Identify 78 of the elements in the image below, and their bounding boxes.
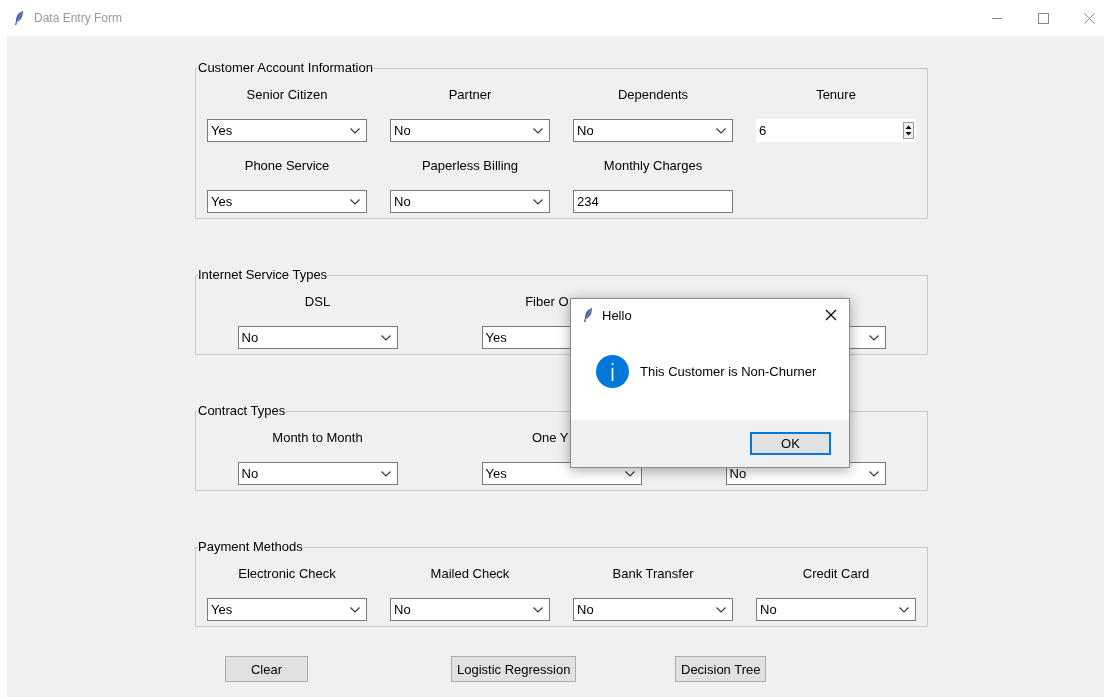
group-title: Payment Methods bbox=[198, 539, 303, 555]
field-value: No bbox=[577, 123, 594, 138]
chevron-down-icon bbox=[533, 198, 543, 205]
chevron-down-icon bbox=[868, 470, 879, 477]
chevron-down-icon bbox=[350, 127, 360, 134]
chevron-down-icon bbox=[350, 606, 360, 613]
field-label: Partner bbox=[448, 86, 492, 104]
field-value: No bbox=[760, 602, 777, 617]
field-label: Bank Transfer bbox=[612, 565, 694, 583]
field-value: No bbox=[394, 123, 411, 138]
close-icon bbox=[1083, 12, 1095, 24]
field-label: Mailed Check bbox=[430, 565, 510, 583]
field-value: 6 bbox=[759, 123, 767, 138]
field-label: Credit Card bbox=[802, 565, 870, 583]
chevron-down-icon bbox=[716, 127, 726, 134]
window-title: Data Entry Form bbox=[34, 11, 124, 25]
field-value: No bbox=[394, 602, 411, 617]
field-label: Dependents bbox=[617, 86, 689, 104]
field-value: No bbox=[577, 602, 594, 617]
field-label: One Y bbox=[531, 429, 569, 447]
chevron-down-icon bbox=[350, 198, 360, 205]
dropdown[interactable]: No bbox=[237, 326, 398, 349]
field-label: Senior Citizen bbox=[246, 86, 328, 104]
field-value: Yes bbox=[485, 330, 507, 345]
field-value: Yes bbox=[485, 466, 507, 481]
ok-button[interactable]: OK bbox=[750, 432, 831, 455]
field-value: 234 bbox=[577, 194, 599, 209]
maximize-icon bbox=[1037, 12, 1049, 24]
field-value: Yes bbox=[211, 123, 233, 138]
field-label: Phone Service bbox=[244, 157, 330, 175]
chevron-down-icon bbox=[868, 334, 879, 341]
group-title: Internet Service Types bbox=[198, 267, 328, 283]
dropdown[interactable]: No bbox=[390, 598, 550, 621]
action-button[interactable]: Clear bbox=[225, 656, 308, 682]
field-value: Yes bbox=[211, 602, 233, 617]
chevron-down-icon bbox=[899, 606, 909, 613]
field-label: Tenure bbox=[816, 86, 856, 104]
field-label: Electronic Check bbox=[238, 565, 336, 583]
dropdown[interactable]: No bbox=[237, 462, 398, 485]
field-value: No bbox=[394, 194, 411, 209]
feather-icon bbox=[583, 308, 593, 322]
action-button[interactable]: Logistic Regression bbox=[451, 656, 577, 682]
field-value: No bbox=[241, 466, 259, 481]
group-title: Customer Account Information bbox=[198, 60, 373, 76]
message-text: This Customer is Non-Churner bbox=[640, 364, 817, 379]
field-value: No bbox=[729, 466, 747, 481]
dropdown[interactable]: No bbox=[390, 119, 550, 142]
input-field[interactable]: 234 bbox=[573, 190, 733, 213]
info-icon bbox=[596, 355, 629, 388]
spin-box[interactable]: 6 bbox=[756, 119, 916, 142]
dropdown[interactable]: Yes bbox=[207, 119, 367, 142]
minimize-icon bbox=[992, 17, 1002, 19]
chevron-down-icon bbox=[716, 606, 726, 613]
chevron-down-icon bbox=[380, 470, 391, 477]
dropdown[interactable]: Yes bbox=[207, 598, 367, 621]
chevron-down-icon bbox=[533, 606, 543, 613]
dropdown[interactable]: No bbox=[390, 190, 550, 213]
group-title: Contract Types bbox=[198, 403, 286, 419]
close-icon bbox=[825, 309, 837, 321]
dropdown[interactable]: No bbox=[756, 598, 916, 621]
chevron-down-icon bbox=[533, 127, 543, 134]
field-label: Monthly Charges bbox=[603, 157, 703, 175]
dialog-title: Hello bbox=[602, 307, 633, 323]
action-button[interactable]: Decision Tree bbox=[675, 656, 767, 682]
field-label: Paperless Billing bbox=[421, 157, 519, 175]
dropdown[interactable]: Yes bbox=[207, 190, 367, 213]
field-value: Yes bbox=[211, 194, 233, 209]
dropdown[interactable]: No bbox=[573, 119, 733, 142]
dropdown[interactable]: No bbox=[573, 598, 733, 621]
field-label: Fiber O bbox=[525, 293, 569, 311]
chevron-down-icon bbox=[380, 334, 391, 341]
chevron-down-icon bbox=[624, 470, 635, 477]
spin-arrows-icon[interactable] bbox=[903, 122, 914, 139]
field-value: No bbox=[241, 330, 259, 345]
close-button[interactable] bbox=[823, 307, 839, 323]
field-label: Month to Month bbox=[272, 429, 363, 447]
feather-icon bbox=[14, 11, 24, 25]
field-label: DSL bbox=[304, 293, 331, 311]
